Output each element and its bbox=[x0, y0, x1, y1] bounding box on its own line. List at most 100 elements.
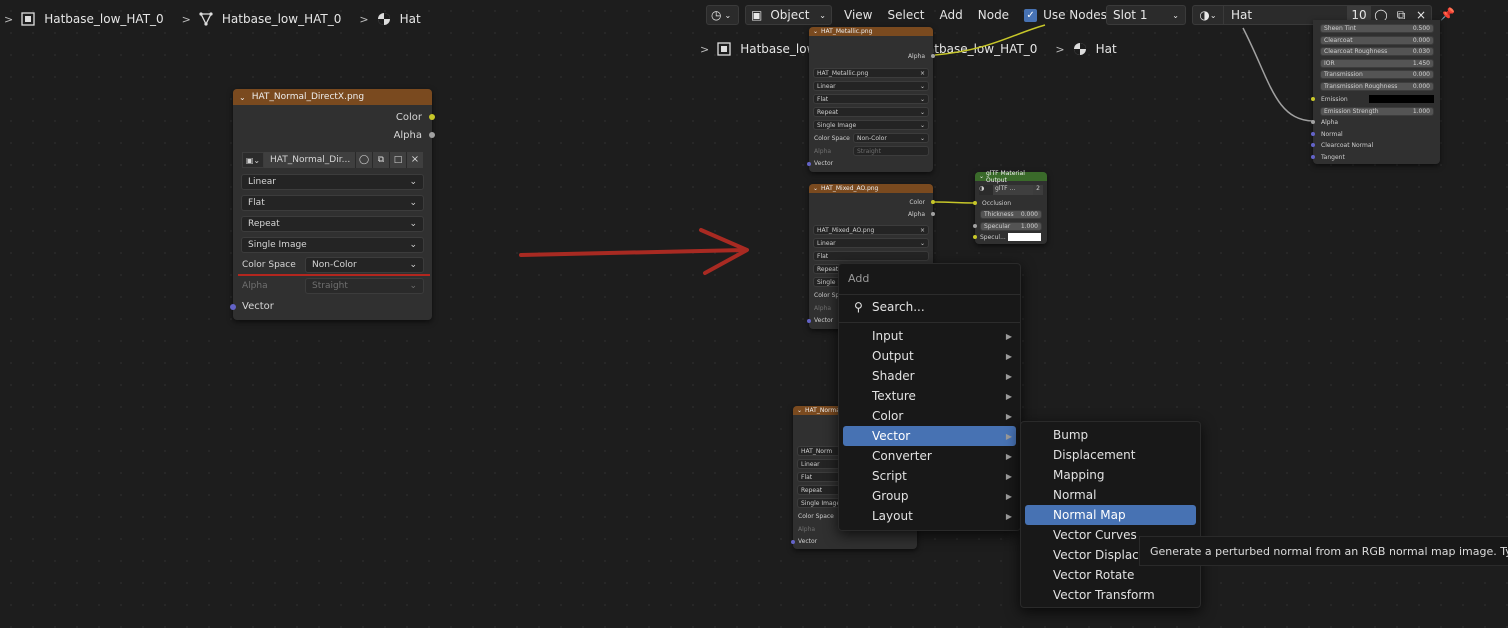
search-item[interactable]: ⚲ Search... bbox=[843, 297, 1016, 317]
specular-label: Specular bbox=[984, 223, 1011, 230]
menu-item-label: Input bbox=[872, 329, 904, 343]
output-alpha-label: Alpha bbox=[907, 211, 925, 218]
add-menu-item-output[interactable]: Output ▶ bbox=[843, 346, 1016, 366]
search-icon: ⚲ bbox=[854, 300, 863, 314]
thickness-field[interactable]: Thickness 0.000 bbox=[980, 210, 1042, 219]
input-vector-label: Vector bbox=[814, 317, 834, 324]
interpolation-dropdown[interactable]: Linear ⌄ bbox=[813, 238, 929, 248]
add-menu-title: Add bbox=[848, 272, 870, 285]
source-value: Single Image bbox=[801, 499, 841, 507]
gltf-material-output-node[interactable]: ⌄ glTF Material Output ◑ glTF ... 2 Occlu… bbox=[973, 170, 1047, 244]
image-name-field[interactable]: HAT_Mixed_AO.png × bbox=[813, 225, 929, 235]
alpha-mode-dropdown[interactable]: Straight bbox=[853, 146, 929, 156]
add-menu-item-color[interactable]: Color ▶ bbox=[843, 406, 1016, 426]
bsdf-field[interactable]: Sheen Tint 0.500 bbox=[1320, 24, 1434, 33]
image-name-value: HAT_Mixed_AO.png bbox=[817, 226, 875, 234]
bsdf-field[interactable]: Clearcoat 0.000 bbox=[1320, 35, 1434, 45]
output-color-label: Color bbox=[909, 199, 925, 206]
emission-label: Emission bbox=[1321, 96, 1348, 103]
node-title: HAT_Mixed_AO.png bbox=[821, 185, 879, 192]
output-alpha-socket[interactable] bbox=[931, 54, 935, 58]
specular-color-socket[interactable] bbox=[973, 235, 977, 239]
extension-dropdown[interactable]: Repeat ⌄ bbox=[813, 107, 929, 117]
add-menu-item-script[interactable]: Script ▶ bbox=[843, 466, 1016, 486]
submenu-arrow-icon: ▶ bbox=[1005, 451, 1012, 461]
node-header[interactable]: ⌄ HAT_Metallic.png bbox=[809, 27, 933, 36]
bsdf-field-label: Transmission Roughness bbox=[1324, 83, 1398, 90]
emission-color-swatch[interactable] bbox=[1369, 95, 1434, 103]
bsdf-field[interactable]: IOR 1.450 bbox=[1320, 58, 1434, 68]
specular-socket[interactable] bbox=[973, 224, 977, 228]
add-menu-item-converter[interactable]: Converter ▶ bbox=[843, 446, 1016, 466]
bsdf-field-value: 0.030 bbox=[1412, 48, 1430, 56]
source-value: Single Image bbox=[817, 121, 857, 129]
tangent-socket[interactable] bbox=[1311, 155, 1315, 159]
emission-strength-label: Emission Strength bbox=[1324, 108, 1379, 115]
bsdf-field[interactable]: Clearcoat Roughness 0.030 bbox=[1320, 47, 1434, 57]
menu-item-label: Vector Curves bbox=[1053, 528, 1137, 542]
node-title: HAT_Normal bbox=[805, 407, 842, 414]
clearcoat-normal-socket[interactable] bbox=[1311, 143, 1315, 147]
menu-item-label: Group bbox=[872, 489, 909, 503]
input-vector-label: Vector bbox=[814, 160, 834, 167]
alpha-socket[interactable] bbox=[1311, 120, 1315, 124]
menu-item-label: Bump bbox=[1053, 428, 1089, 442]
close-icon[interactable]: × bbox=[920, 70, 925, 77]
node-title: HAT_Metallic.png bbox=[821, 28, 873, 35]
bsdf-input-alpha: Alpha bbox=[1321, 119, 1339, 126]
add-menu-item-group[interactable]: Group ▶ bbox=[843, 486, 1016, 506]
vector-item-normal[interactable]: Normal bbox=[1025, 485, 1196, 505]
occlusion-socket[interactable] bbox=[973, 201, 977, 205]
vector-item-displacement[interactable]: Displacement bbox=[1025, 445, 1196, 465]
emission-socket[interactable] bbox=[1311, 97, 1315, 101]
input-vector-socket[interactable] bbox=[791, 540, 795, 544]
output-alpha-socket[interactable] bbox=[931, 212, 935, 216]
group-selector[interactable]: ◑ glTF ... 2 bbox=[979, 185, 1043, 195]
projection-dropdown[interactable]: Flat ⌄ bbox=[813, 94, 929, 104]
source-dropdown[interactable]: Single Image ⌄ bbox=[813, 120, 929, 130]
vector-item-mapping[interactable]: Mapping bbox=[1025, 465, 1196, 485]
emission-strength-field[interactable]: Emission Strength 1.000 bbox=[1320, 107, 1434, 116]
color-space-label: Color Space bbox=[798, 513, 834, 520]
projection-value: Flat bbox=[817, 252, 829, 260]
menu-item-label: Vector Rotate bbox=[1053, 568, 1135, 582]
extension-value: Repeat bbox=[817, 108, 839, 116]
bsdf-field-value: 0.500 bbox=[1412, 25, 1430, 32]
image-name-field[interactable]: HAT_Metallic.png × bbox=[813, 68, 929, 78]
input-vector-socket[interactable] bbox=[807, 162, 811, 166]
color-space-dropdown[interactable]: Non-Color ⌄ bbox=[853, 133, 929, 143]
add-menu-item-vector[interactable]: Vector ▶ bbox=[843, 426, 1016, 446]
vector-submenu[interactable]: Bump Displacement Mapping Normal Normal Map V… bbox=[1020, 421, 1201, 608]
input-vector-socket[interactable] bbox=[807, 319, 811, 323]
node-header[interactable]: ⌄ glTF Material Output bbox=[975, 170, 1047, 184]
specular-field[interactable]: Specular 1.000 bbox=[980, 222, 1042, 231]
specular-color-swatch[interactable] bbox=[1008, 233, 1041, 241]
normal-socket[interactable] bbox=[1311, 132, 1315, 136]
projection-dropdown[interactable]: Flat bbox=[813, 251, 929, 261]
vector-item-bump[interactable]: Bump bbox=[1025, 425, 1196, 445]
image-name-value: HAT_Norm bbox=[801, 447, 833, 455]
vector-item-normal-map[interactable]: Normal Map bbox=[1025, 505, 1196, 525]
vector-item-vector-transform[interactable]: Vector Transform bbox=[1025, 585, 1196, 605]
add-menu-item-layout[interactable]: Layout ▶ bbox=[843, 506, 1016, 526]
add-menu-item-texture[interactable]: Texture ▶ bbox=[843, 386, 1016, 406]
link-ao-to-occlusion bbox=[934, 201, 976, 204]
alpha-label: Alpha bbox=[814, 305, 832, 312]
close-icon[interactable]: × bbox=[920, 227, 925, 234]
add-menu[interactable]: Add ⚲ Search... Input ▶ Output ▶ Shader ▶ Text… bbox=[838, 263, 1021, 531]
node-tree-icon: ◑ bbox=[979, 185, 993, 195]
add-menu-item-input[interactable]: Input ▶ bbox=[843, 326, 1016, 346]
output-color-socket[interactable] bbox=[931, 200, 935, 204]
submenu-arrow-icon: ▶ bbox=[1005, 431, 1012, 441]
bsdf-field[interactable]: Transmission 0.000 bbox=[1320, 70, 1434, 80]
vector-item-vector-rotate[interactable]: Vector Rotate bbox=[1025, 565, 1196, 585]
interpolation-dropdown[interactable]: Linear ⌄ bbox=[813, 81, 929, 91]
node-header[interactable]: ⌄ HAT_Mixed_AO.png bbox=[809, 184, 933, 193]
extension-value: Repeat bbox=[801, 486, 823, 494]
bsdf-field[interactable]: Transmission Roughness 0.000 bbox=[1320, 82, 1434, 91]
principled-bsdf-node[interactable]: Sheen Tint 0.500 Clearcoat 0.000 Clearcoat R… bbox=[1311, 20, 1440, 164]
menu-item-label: Mapping bbox=[1053, 468, 1105, 482]
add-menu-item-shader[interactable]: Shader ▶ bbox=[843, 366, 1016, 386]
interpolation-value: Linear bbox=[817, 82, 836, 90]
image-texture-node-metallic[interactable]: ⌄ HAT_Metallic.png Alpha HAT_Metallic.png… bbox=[807, 27, 935, 172]
